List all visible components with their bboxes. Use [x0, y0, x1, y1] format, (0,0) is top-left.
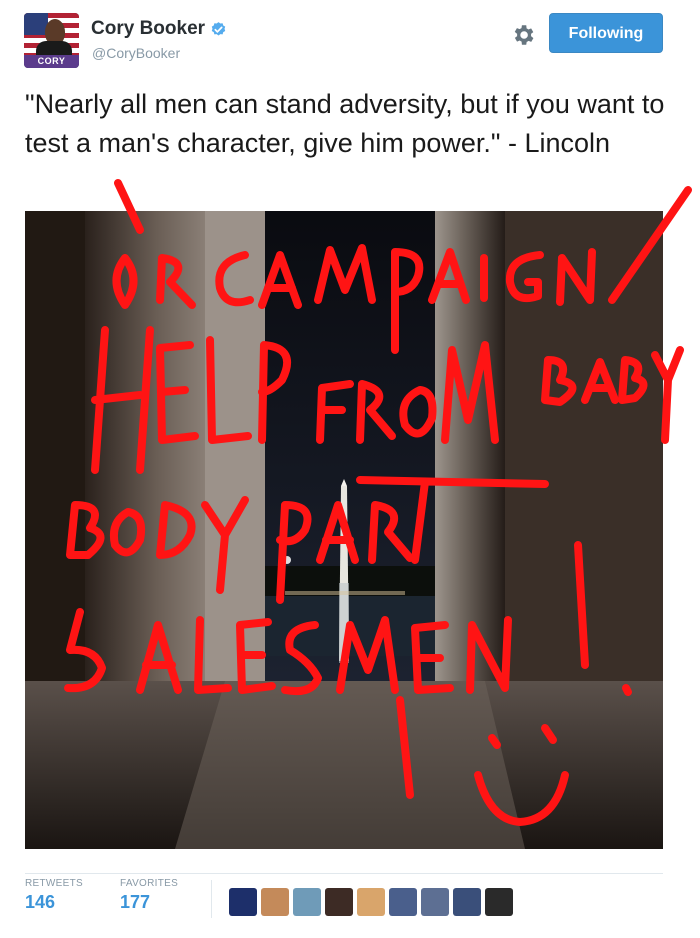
retweets-stat[interactable]: RETWEETS 146	[25, 878, 83, 913]
favoriter-avatar[interactable]	[389, 888, 417, 916]
verified-badge-icon	[211, 21, 226, 36]
tweet-photo[interactable]	[25, 211, 663, 849]
favoriter-avatar[interactable]	[261, 888, 289, 916]
favoriter-avatar[interactable]	[325, 888, 353, 916]
gear-icon[interactable]	[510, 22, 536, 48]
favorites-stat[interactable]: FAVORITES 177	[120, 878, 178, 913]
favoriter-avatar[interactable]	[357, 888, 385, 916]
user-handle[interactable]: @CoryBooker	[92, 45, 180, 61]
favoriter-avatars	[229, 888, 513, 916]
avatar-tag: CORY	[24, 55, 79, 68]
favorites-count[interactable]: 177	[120, 892, 178, 913]
user-name[interactable]: Cory Booker	[91, 18, 205, 40]
following-button[interactable]: Following	[549, 13, 663, 53]
retweets-count[interactable]: 146	[25, 892, 83, 913]
favoriter-avatar[interactable]	[453, 888, 481, 916]
favoriter-avatar[interactable]	[421, 888, 449, 916]
favoriter-avatar[interactable]	[293, 888, 321, 916]
stats-divider-line	[25, 873, 663, 874]
user-name-row: Cory Booker	[91, 18, 227, 40]
favoriter-avatar[interactable]	[485, 888, 513, 916]
favorites-label: FAVORITES	[120, 878, 179, 889]
retweets-label: RETWEETS	[25, 878, 83, 889]
favoriter-avatar[interactable]	[229, 888, 257, 916]
tweet-text: "Nearly all men can stand adversity, but…	[25, 89, 665, 158]
avatar[interactable]: CORY	[24, 13, 79, 68]
photo-scene	[25, 211, 663, 849]
stats-separator	[211, 880, 212, 918]
